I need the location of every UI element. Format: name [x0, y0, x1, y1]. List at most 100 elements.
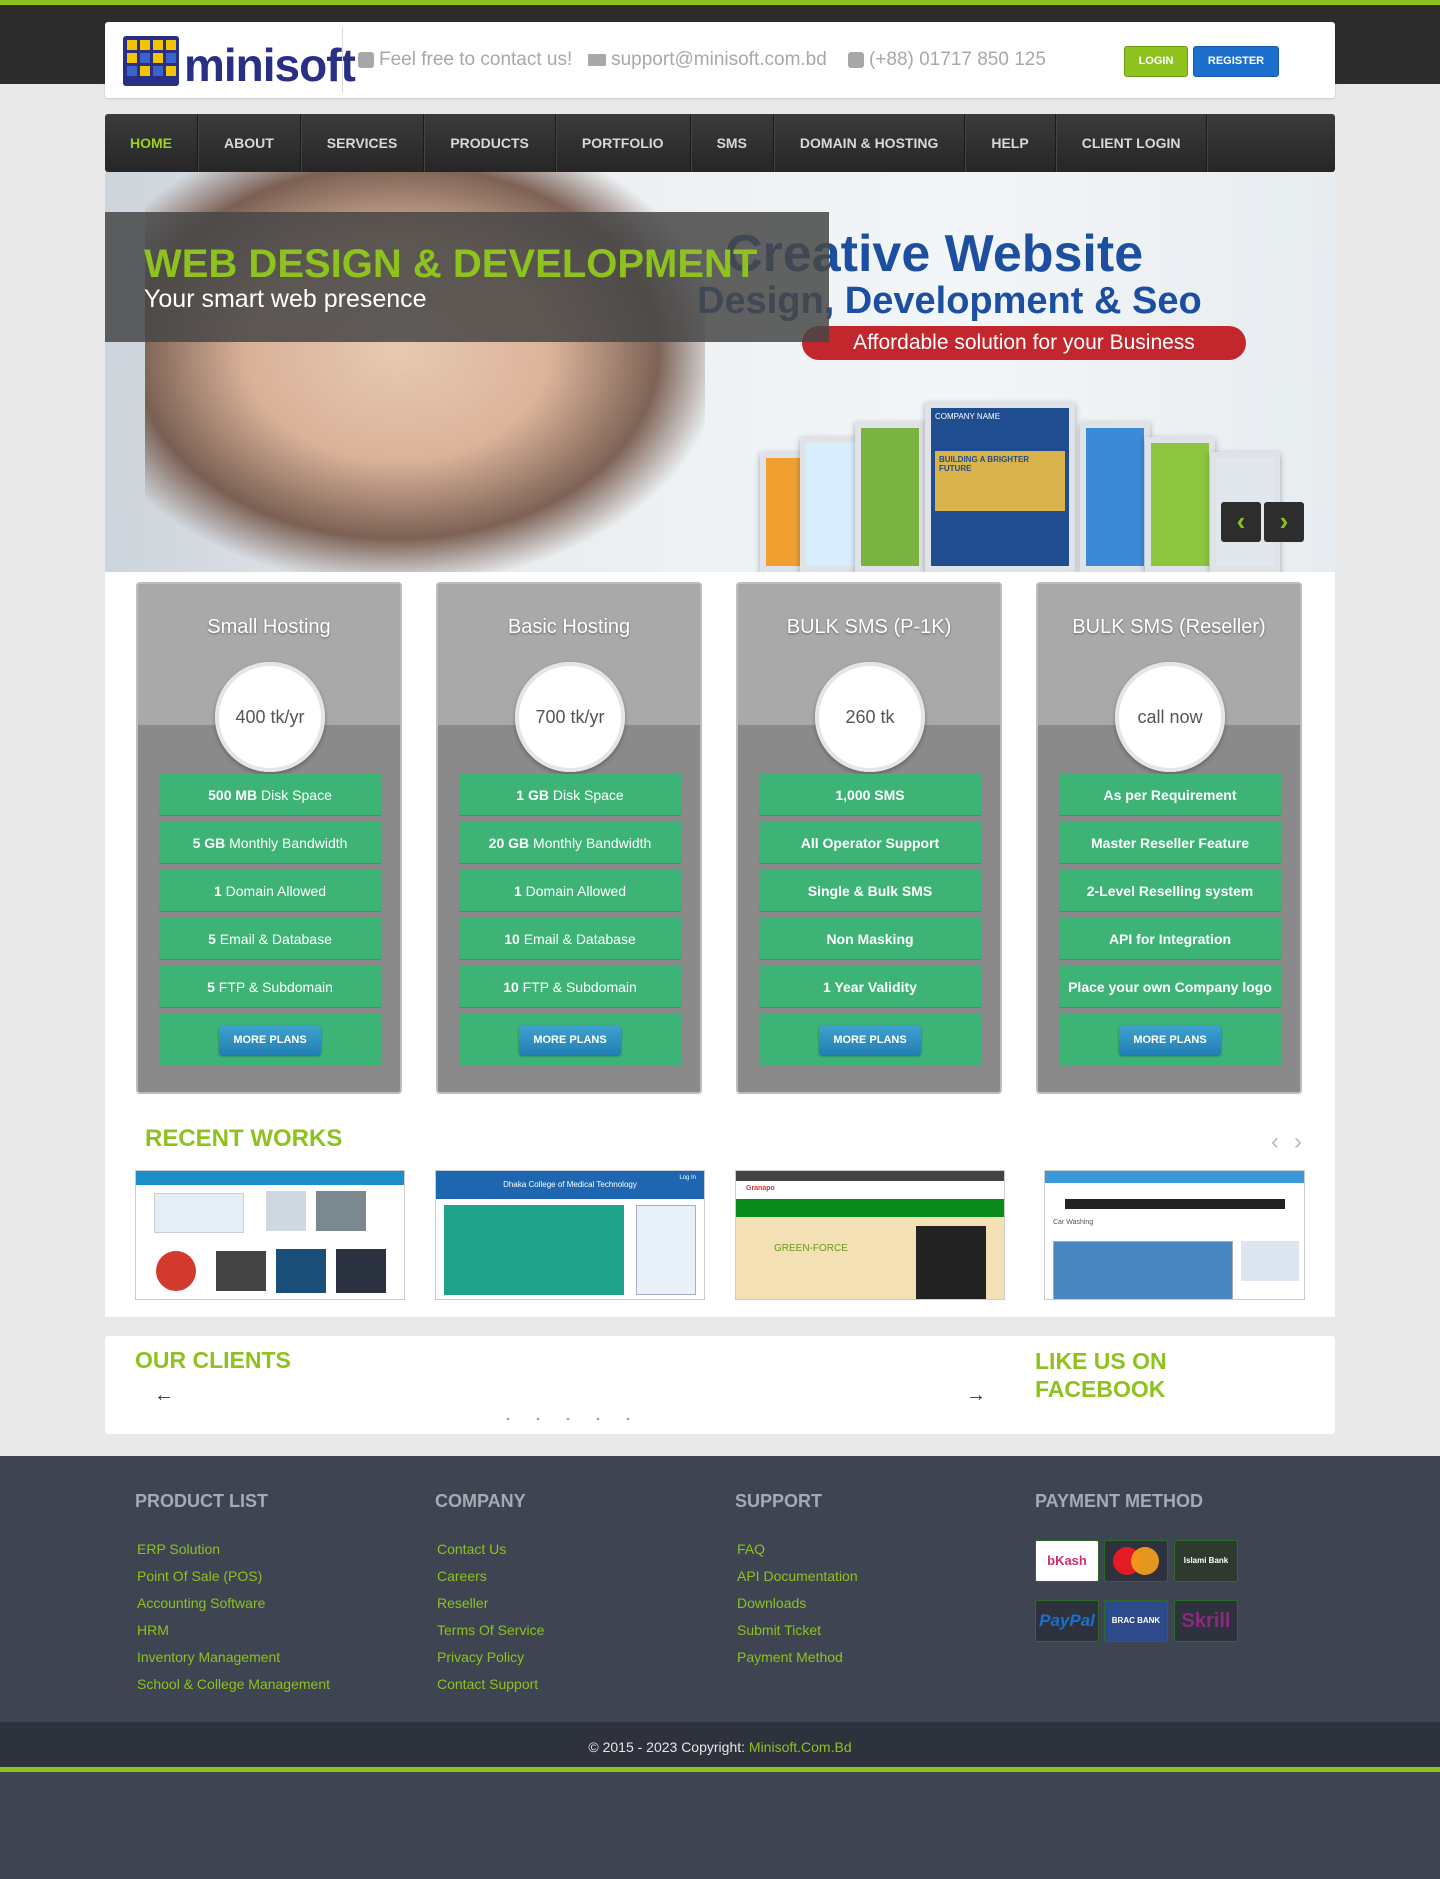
clients-panel: OUR CLIENTS ← → LIKE US ON FACEBOOK [105, 1336, 1335, 1434]
feature-label: Monthly Bandwidth [529, 835, 652, 851]
works-prev-icon[interactable]: ‹ [1271, 1128, 1279, 1156]
more-plans-button[interactable]: MORE PLANS [519, 1025, 621, 1055]
footer-link[interactable]: Contact Support [437, 1676, 538, 1692]
plan-price: call now [1115, 662, 1225, 772]
feature-value: Master Reseller Feature [1091, 835, 1249, 851]
clients-prev-arrow[interactable]: ← [154, 1384, 174, 1407]
footer-link[interactable]: Careers [437, 1568, 487, 1584]
plan-feature: 2-Level Reselling system [1059, 870, 1281, 912]
footer-column-title: COMPANY [435, 1491, 526, 1511]
pricing-card: Small Hosting 400 tk/yr 500 MB Disk Space 5… [136, 582, 402, 1094]
footer-column-title: PAYMENT METHOD [1035, 1491, 1204, 1511]
footer-link[interactable]: Terms Of Service [437, 1622, 544, 1638]
feature-value: 1,000 SMS [835, 787, 905, 803]
feature-value: 500 MB [208, 787, 258, 803]
footer-link[interactable]: HRM [137, 1622, 169, 1638]
screen-tagline: BUILDING A BRIGHTER FUTURE [935, 451, 1065, 511]
feature-label: FTP & Subdomain [518, 979, 637, 995]
feature-value: 10 [504, 931, 520, 947]
footer-link[interactable]: Downloads [737, 1595, 806, 1611]
screen-company-name: COMPANY NAME [935, 412, 1001, 421]
hero-caption-subtitle: Your smart web presence [144, 285, 427, 313]
hero-caption-title: WEB DESIGN & DEVELOPMENT [144, 242, 758, 286]
feature-value: 5 [207, 979, 215, 995]
nav-domain-hosting[interactable]: DOMAIN & HOSTING [774, 114, 966, 172]
plan-feature: 20 GB Monthly Bandwidth [459, 822, 681, 864]
nav-about[interactable]: ABOUT [198, 114, 301, 172]
more-plans-button[interactable]: MORE PLANS [219, 1025, 321, 1055]
plan-button-row: MORE PLANS [159, 1014, 381, 1066]
contact-email[interactable]: support@minisoft.com.bd [611, 49, 827, 71]
feature-value: 5 GB [192, 835, 226, 851]
more-plans-button[interactable]: MORE PLANS [819, 1025, 921, 1055]
more-plans-button[interactable]: MORE PLANS [1119, 1025, 1221, 1055]
recent-work-item[interactable]: Granapo GREEN-FORCE [735, 1170, 1005, 1300]
logo-wordmark: minisoft [184, 39, 356, 91]
feature-value: As per Requirement [1103, 787, 1237, 803]
footer-link[interactable]: FAQ [737, 1541, 765, 1557]
paypal-logo: PayPal [1035, 1600, 1099, 1642]
footer-link[interactable]: Payment Method [737, 1649, 843, 1665]
skrill-logo: Skrill [1174, 1600, 1238, 1642]
plan-button-row: MORE PLANS [759, 1014, 981, 1066]
feature-value: Single & Bulk SMS [807, 883, 933, 899]
feature-value: 2-Level Reselling system [1086, 883, 1254, 899]
nav-sms[interactable]: SMS [691, 114, 774, 172]
minisoft-logo[interactable]: minisoft [121, 30, 356, 91]
footer-link[interactable]: Reseller [437, 1595, 488, 1611]
footer-link[interactable]: API Documentation [737, 1568, 858, 1584]
facebook-title: LIKE US ON FACEBOOK [1035, 1348, 1167, 1402]
clients-pagination[interactable] [493, 1418, 653, 1420]
works-next-icon[interactable]: › [1294, 1128, 1302, 1156]
slider-prev-button[interactable]: ‹ [1221, 502, 1261, 542]
plan-feature: 5 GB Monthly Bandwidth [159, 822, 381, 864]
plan-feature: 1 Domain Allowed [159, 870, 381, 912]
nav-home[interactable]: HOME [105, 114, 198, 172]
copyright-link[interactable]: Minisoft.Com.Bd [749, 1739, 852, 1755]
login-button[interactable]: LOGIN [1124, 46, 1188, 77]
nav-help[interactable]: HELP [965, 114, 1056, 172]
nav-services[interactable]: SERVICES [301, 114, 425, 172]
nav-client-login[interactable]: CLIENT LOGIN [1056, 114, 1208, 172]
footer-link[interactable]: Submit Ticket [737, 1622, 821, 1638]
plan-feature: As per Requirement [1059, 774, 1281, 816]
nav-portfolio[interactable]: PORTFOLIO [556, 114, 691, 172]
footer-link[interactable]: Privacy Policy [437, 1649, 524, 1665]
feature-label: Email & Database [215, 931, 332, 947]
recent-work-item[interactable]: Car Washing [1044, 1170, 1305, 1300]
footer-link[interactable]: School & College Management [137, 1676, 330, 1692]
footer-link[interactable]: ERP Solution [137, 1541, 220, 1557]
feature-value: Place your own Company logo [1068, 979, 1272, 995]
register-button[interactable]: REGISTER [1193, 46, 1279, 77]
footer-link[interactable]: Contact Us [437, 1541, 506, 1557]
feature-label: Disk Space [548, 787, 624, 803]
clients-next-arrow[interactable]: → [966, 1384, 986, 1407]
pricing-card: BULK SMS (P-1K) 260 tk 1,000 SMS All Operat… [736, 582, 1002, 1094]
plan-title: BULK SMS (P-1K) [786, 616, 952, 638]
plan-feature: All Operator Support [759, 822, 981, 864]
feature-label: Disk Space [257, 787, 332, 803]
feature-label: Domain Allowed [521, 883, 627, 899]
footer-link[interactable]: Inventory Management [137, 1649, 280, 1665]
header-divider [342, 27, 343, 93]
feature-value: 20 GB [488, 835, 530, 851]
nav-products[interactable]: PRODUCTS [424, 114, 556, 172]
copyright-bar: © 2015 - 2023 Copyright: Minisoft.Com.Bd [0, 1722, 1440, 1772]
mastercard-logo [1104, 1540, 1168, 1582]
feature-value: All Operator Support [800, 835, 940, 851]
plan-price: 400 tk/yr [215, 662, 325, 772]
work-dcmt-title: Dhaka College of Medical Technology [436, 1171, 704, 1199]
website-screens-image: COMPANY NAME BUILDING A BRIGHTER FUTURE [760, 400, 1335, 572]
recent-work-item[interactable] [135, 1170, 405, 1300]
plan-feature: 1,000 SMS [759, 774, 981, 816]
site-header: minisoft Feel free to contact us! suppor… [105, 22, 1335, 98]
recent-work-item[interactable]: Dhaka College of Medical Technology Log … [435, 1170, 705, 1300]
footer-link[interactable]: Accounting Software [137, 1595, 265, 1611]
plan-title: BULK SMS (Reseller) [1072, 616, 1266, 638]
slider-next-button[interactable]: › [1264, 502, 1304, 542]
plan-feature: 5 Email & Database [159, 918, 381, 960]
footer-link[interactable]: Point Of Sale (POS) [137, 1568, 262, 1584]
main-nav: HOME ABOUT SERVICES PRODUCTS PORTFOLIO S… [105, 114, 1335, 172]
plan-feature: 10 Email & Database [459, 918, 681, 960]
copyright-text: © 2015 - 2023 Copyright: [588, 1739, 749, 1755]
